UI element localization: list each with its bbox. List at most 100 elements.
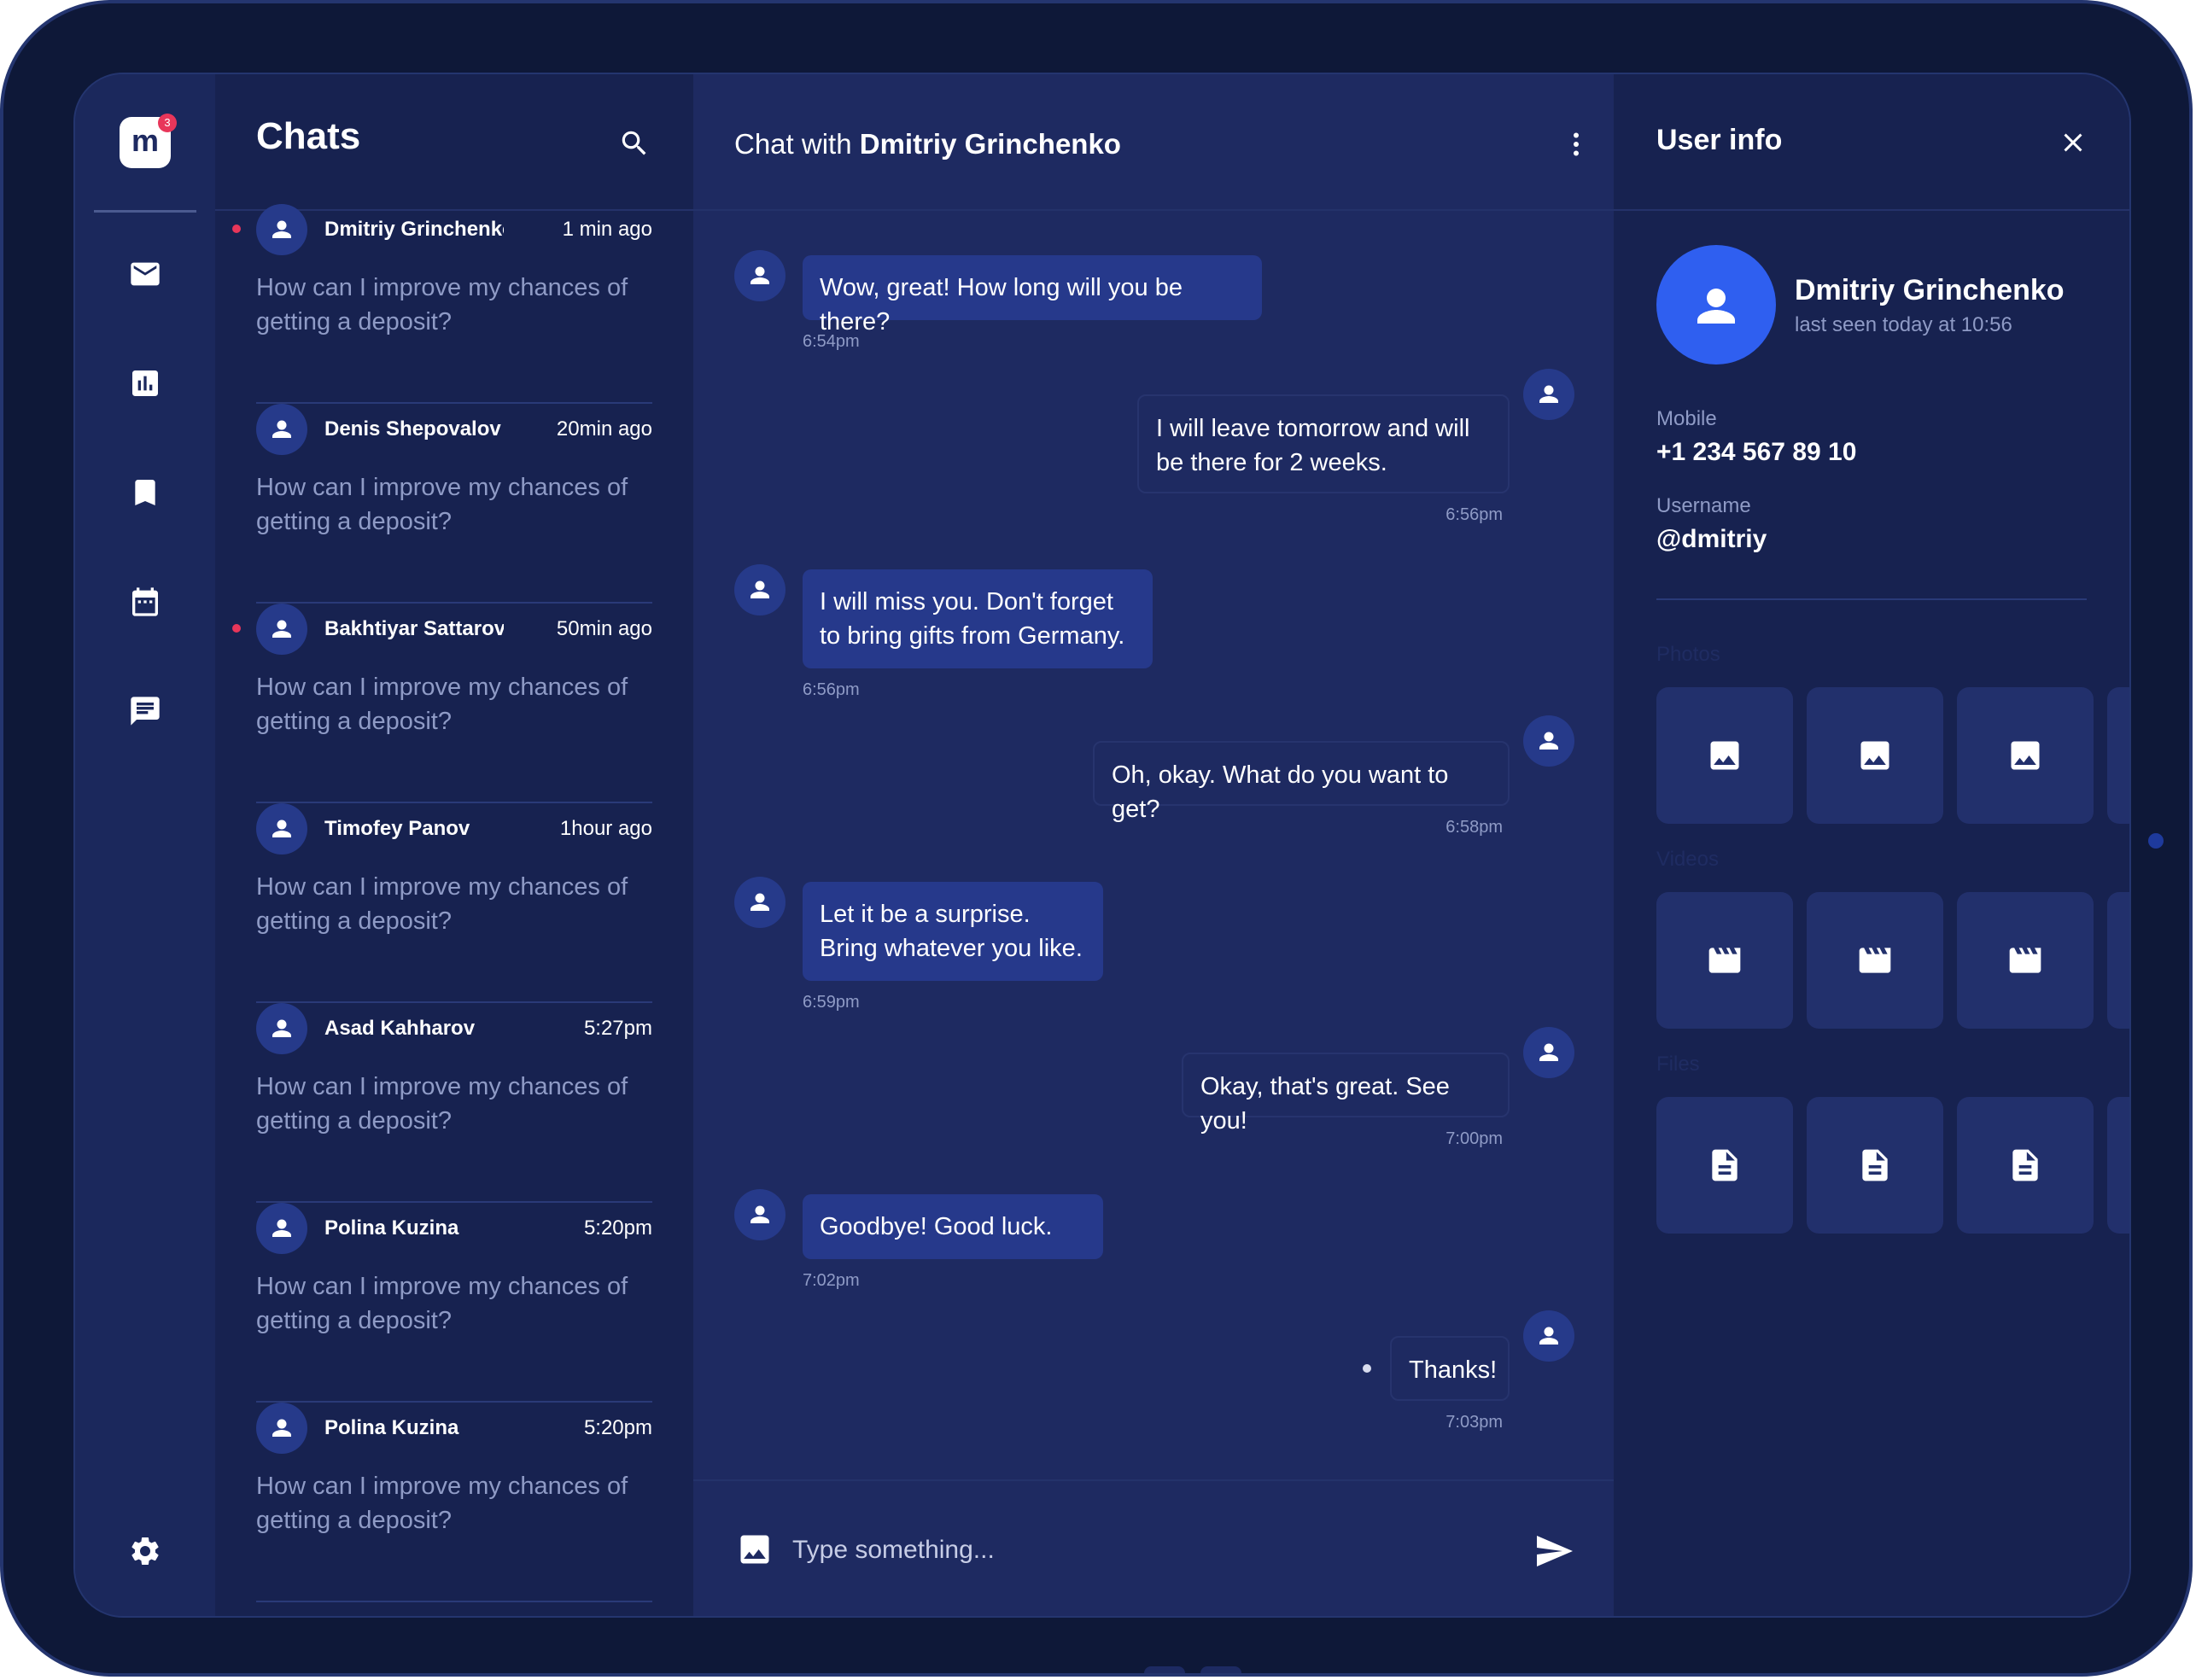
camera-dot bbox=[2148, 833, 2164, 849]
device-frame: m 3 Chats Dmitriy Grinchenko 1 min ago H… bbox=[0, 0, 2193, 1677]
video-thumbnail[interactable] bbox=[1656, 892, 1793, 1029]
avatar bbox=[256, 404, 307, 455]
user-info-panel: User info Dmitriy Grinchenko last seen t… bbox=[1614, 74, 2129, 1616]
chat-preview: How can I improve my chances of getting … bbox=[256, 674, 628, 735]
video-thumbnail[interactable] bbox=[1807, 892, 1943, 1029]
unread-dot bbox=[232, 225, 241, 233]
logo-letter: m bbox=[131, 123, 159, 158]
chat-preview: How can I improve my chances of getting … bbox=[256, 474, 628, 535]
gear-icon[interactable] bbox=[128, 1534, 162, 1568]
send-icon[interactable] bbox=[1533, 1531, 1574, 1572]
user-info-title: User info bbox=[1656, 124, 1783, 156]
chat-list-item[interactable]: Polina Kuzina 5:20pm How can I improve my … bbox=[256, 1403, 652, 1602]
file-thumbnail[interactable] bbox=[1656, 1097, 1793, 1234]
chat-list-item[interactable]: Polina Kuzina 5:20pm How can I improve my … bbox=[256, 1203, 652, 1403]
bookmark-icon[interactable] bbox=[128, 475, 162, 510]
outgoing-message: Oh, okay. What do you want to get? bbox=[1093, 741, 1510, 823]
file-thumbnail[interactable] bbox=[1957, 1097, 2094, 1234]
chat-time: 1hour ago bbox=[559, 817, 652, 840]
message-time: 7:02pm bbox=[803, 1271, 860, 1290]
nav-active-indicator bbox=[94, 210, 196, 213]
contact-name: Dmitriy Grinchenko bbox=[859, 128, 1121, 160]
notification-badge: 3 bbox=[158, 114, 177, 132]
chat-time: 50min ago bbox=[556, 617, 652, 640]
mobile-value: +1 234 567 89 10 bbox=[1656, 438, 1857, 466]
file-thumbnail[interactable] bbox=[2107, 1097, 2129, 1234]
incoming-message: Goodbye! Good luck. bbox=[803, 1194, 1103, 1259]
avatar bbox=[256, 604, 307, 655]
chat-icon[interactable] bbox=[128, 694, 162, 728]
conversation-header: Chat with Dmitriy Grinchenko bbox=[693, 74, 1614, 211]
chat-name: Denis Shepovalov bbox=[324, 417, 501, 440]
chats-title: Chats bbox=[256, 115, 361, 157]
user-avatar bbox=[1656, 245, 1776, 365]
message-time: 7:00pm bbox=[1446, 1129, 1503, 1148]
photo-thumbnail[interactable] bbox=[1957, 687, 2094, 824]
chat-time: 5:27pm bbox=[583, 1017, 652, 1040]
calendar-icon[interactable] bbox=[128, 585, 162, 619]
chat-time: 5:20pm bbox=[583, 1416, 652, 1439]
composer bbox=[693, 1479, 1614, 1616]
files-section-label: Files bbox=[1656, 1053, 1700, 1076]
conversation-title: Chat with Dmitriy Grinchenko bbox=[734, 128, 1121, 160]
last-seen: last seen today at 10:56 bbox=[1795, 313, 2012, 336]
username-value: @dmitriy bbox=[1656, 525, 1767, 553]
image-attach-icon[interactable] bbox=[736, 1531, 774, 1568]
search-icon[interactable] bbox=[618, 127, 651, 160]
message-time: 6:59pm bbox=[803, 993, 860, 1012]
message-avatar bbox=[1523, 369, 1574, 420]
unread-dot bbox=[232, 624, 241, 633]
chat-name: Timofey Panov bbox=[324, 817, 470, 840]
conversation-panel: Chat with Dmitriy Grinchenko Wow, great!… bbox=[693, 74, 1614, 1616]
message-avatar bbox=[1523, 1310, 1574, 1362]
outgoing-message: Thanks! bbox=[1390, 1336, 1510, 1401]
avatar bbox=[256, 803, 307, 855]
more-options-icon[interactable] bbox=[1561, 129, 1592, 160]
divider bbox=[1656, 598, 2087, 600]
message-time: 6:56pm bbox=[803, 680, 860, 699]
message-avatar bbox=[734, 250, 786, 301]
mail-icon[interactable] bbox=[128, 257, 162, 291]
chat-name: Dmitriy Grinchenko bbox=[324, 218, 504, 241]
close-icon[interactable] bbox=[2058, 127, 2088, 158]
chats-panel: Chats Dmitriy Grinchenko 1 min ago How can… bbox=[215, 74, 693, 1616]
message-avatar bbox=[734, 877, 786, 928]
message-avatar bbox=[1523, 1027, 1574, 1078]
message-time: 6:58pm bbox=[1446, 818, 1503, 837]
title-prefix: Chat with bbox=[734, 128, 860, 160]
photos-section-label: Photos bbox=[1656, 643, 1720, 666]
message-input[interactable] bbox=[791, 1525, 1494, 1575]
chat-list-item[interactable]: Bakhtiyar Sattarov 50min ago How can I imp… bbox=[232, 604, 652, 803]
chat-name: Polina Kuzina bbox=[324, 1216, 459, 1240]
chat-preview: How can I improve my chances of getting … bbox=[256, 1473, 628, 1534]
avatar bbox=[256, 204, 307, 255]
user-name: Dmitriy Grinchenko bbox=[1795, 274, 2065, 306]
app-screen: m 3 Chats Dmitriy Grinchenko 1 min ago H… bbox=[73, 73, 2131, 1618]
chat-preview: How can I improve my chances of getting … bbox=[256, 1073, 628, 1135]
chat-list-item[interactable]: Timofey Panov 1hour ago How can I improve … bbox=[256, 803, 652, 1003]
photo-thumbnail[interactable] bbox=[1656, 687, 1793, 824]
message-avatar bbox=[734, 1189, 786, 1240]
sending-indicator bbox=[1363, 1364, 1371, 1373]
device-button bbox=[1144, 1666, 1185, 1673]
mobile-label: Mobile bbox=[1656, 407, 1717, 430]
message-avatar bbox=[734, 564, 786, 615]
videos-section-label: Videos bbox=[1656, 848, 1719, 871]
chat-list-item[interactable]: Dmitriy Grinchenko 1 min ago How can I imp… bbox=[232, 204, 652, 404]
chat-preview: How can I improve my chances of getting … bbox=[256, 873, 628, 935]
video-thumbnail[interactable] bbox=[2107, 892, 2129, 1029]
chat-list-item[interactable]: Denis Shepovalov 20min ago How can I impro… bbox=[256, 404, 652, 604]
nav-rail: m 3 bbox=[75, 74, 215, 1616]
photo-thumbnail[interactable] bbox=[2107, 687, 2129, 824]
message-time: 7:03pm bbox=[1446, 1413, 1503, 1432]
chart-icon[interactable] bbox=[128, 366, 162, 400]
message-time: 6:54pm bbox=[803, 332, 860, 351]
chat-list-item[interactable]: Asad Kahharov 5:27pm How can I improve my … bbox=[256, 1003, 652, 1203]
chat-preview: How can I improve my chances of getting … bbox=[256, 274, 628, 335]
chat-time: 1 min ago bbox=[562, 218, 652, 241]
outgoing-message: Okay, that's great. See you! bbox=[1182, 1053, 1510, 1135]
file-thumbnail[interactable] bbox=[1807, 1097, 1943, 1234]
photo-thumbnail[interactable] bbox=[1807, 687, 1943, 824]
video-thumbnail[interactable] bbox=[1957, 892, 2094, 1029]
outgoing-message: I will leave tomorrow and will be there … bbox=[1137, 394, 1510, 493]
